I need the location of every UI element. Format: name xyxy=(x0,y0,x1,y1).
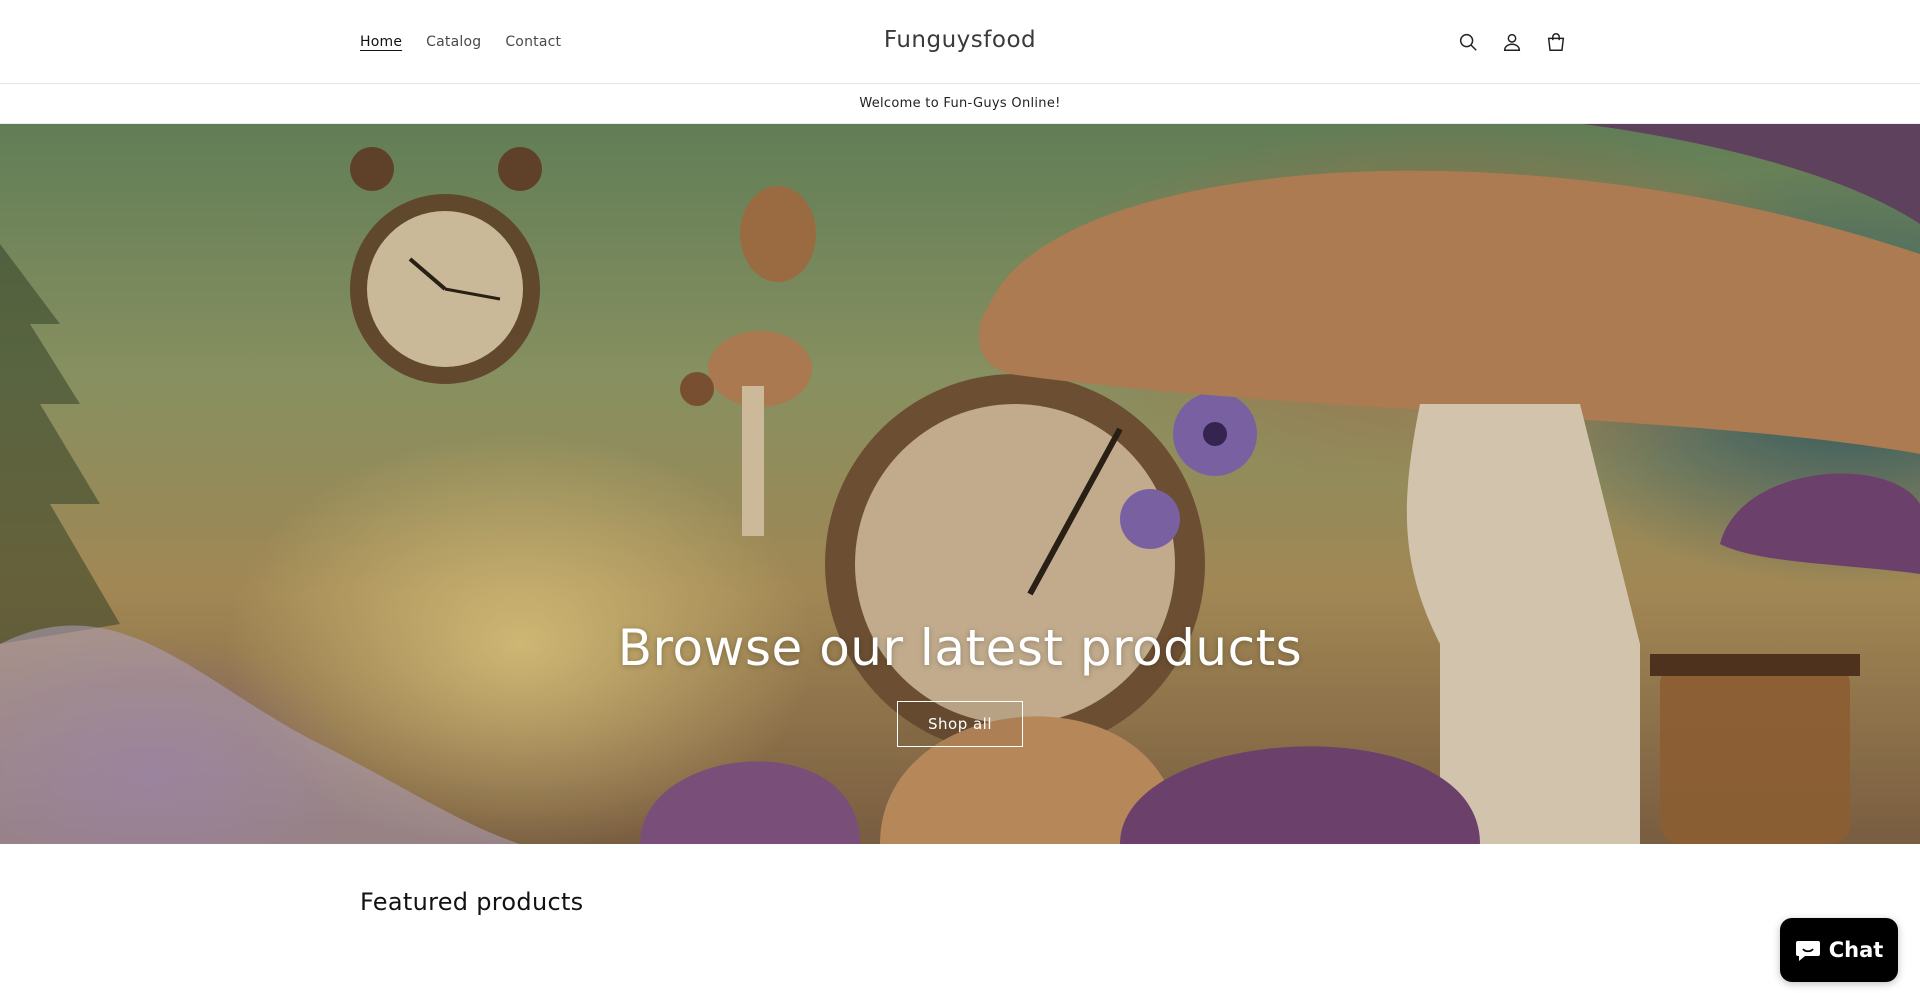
site-header: Home Catalog Contact Funguysfood xyxy=(0,0,1920,84)
featured-products-heading: Featured products xyxy=(360,888,584,916)
chat-label: Chat xyxy=(1828,938,1884,962)
hero-banner: Browse our latest products Shop all xyxy=(0,124,1920,844)
chat-bubble-icon xyxy=(1795,941,1820,961)
nav-link-catalog[interactable]: Catalog xyxy=(426,34,481,50)
main-nav: Home Catalog Contact xyxy=(360,0,585,84)
nav-link-home[interactable]: Home xyxy=(360,34,402,50)
nav-link-contact[interactable]: Contact xyxy=(505,34,561,50)
hero-title: Browse our latest products xyxy=(617,619,1303,677)
account-button[interactable] xyxy=(1498,24,1526,60)
cart-icon xyxy=(1547,33,1565,51)
search-button[interactable] xyxy=(1454,24,1482,60)
announcement-text: Welcome to Fun-Guys Online! xyxy=(859,96,1061,111)
announcement-bar: Welcome to Fun-Guys Online! xyxy=(0,84,1920,124)
chat-button[interactable]: Chat xyxy=(1780,918,1898,982)
cart-button[interactable] xyxy=(1542,24,1570,60)
brand-container: Funguysfood xyxy=(0,27,1920,53)
header-icons xyxy=(1454,24,1570,60)
shop-all-button[interactable]: Shop all xyxy=(896,701,1024,747)
account-icon xyxy=(1503,33,1521,51)
site-logo-text[interactable]: Funguysfood xyxy=(884,27,1036,53)
search-icon xyxy=(1459,33,1477,51)
hero-content: Browse our latest products Shop all xyxy=(0,619,1920,747)
